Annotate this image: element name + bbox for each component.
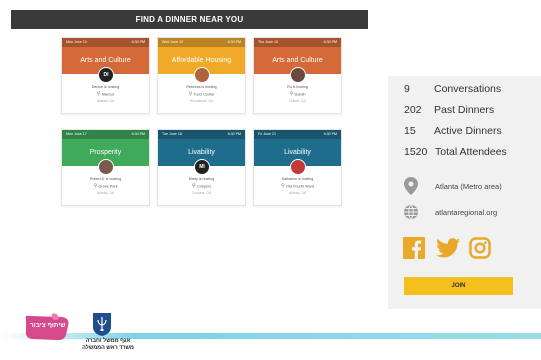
region-label: Atlanta (Metro area): [435, 181, 502, 191]
card-host: Robert A. is hosting: [89, 177, 122, 181]
card-host: Marty is hosting: [188, 177, 215, 181]
card-date: Tue June 18: [162, 132, 182, 136]
avatar: [98, 159, 114, 175]
government-emblem-icon: [92, 312, 112, 336]
card-time: 4:30 PM: [323, 132, 337, 136]
stat-label: Total Attendees: [435, 146, 507, 158]
card-date: Fri June 21: [258, 132, 276, 136]
card-date: Wed June 12: [162, 40, 184, 44]
card-venue: ⚲ Duluth: [254, 92, 341, 97]
card-time: 6:30 PM: [227, 40, 241, 44]
card-date-row: Mon June 10 6:30 PM: [62, 38, 149, 47]
card-venue-label: Tucci Center: [193, 92, 215, 97]
stat-conversations: 9 Conversations: [404, 83, 501, 95]
government-office-label: אגף ממשל וחברה משרד ראש הממשלה: [82, 338, 134, 351]
avatar: MI: [194, 159, 210, 175]
avatar: [290, 159, 306, 175]
card-date-row: Fri June 21 4:30 PM: [254, 130, 341, 139]
partner-logo-text: שיתוף ציבור: [30, 322, 66, 329]
dinner-card[interactable]: Thu June 13 6:30 PM Arts and Culture Ru …: [253, 37, 342, 114]
dinner-card[interactable]: Fri June 21 4:30 PM Livability Katharine…: [253, 129, 342, 206]
card-city: Atlanta, GA: [96, 191, 115, 195]
facebook-icon[interactable]: [403, 237, 425, 259]
map-pin-icon: ⚲: [188, 91, 193, 97]
card-venue: ⚲ Marcus: [62, 92, 149, 97]
stat-past-dinners: 202 Past Dinners: [404, 104, 494, 116]
card-date: Mon June 10: [66, 40, 87, 44]
card-venue: ⚲ Old Fourth Ward: [254, 184, 341, 189]
map-pin-icon: ⚲: [93, 183, 98, 189]
card-city: Conyers, GA: [191, 191, 212, 195]
partner-logo: שיתוף ציבור: [22, 313, 72, 343]
stat-value: 1520: [404, 146, 428, 158]
card-date-row: Tue June 18 6:30 PM: [158, 130, 245, 139]
join-button[interactable]: JOIN: [404, 277, 513, 295]
card-venue: ⚲ Conyers: [158, 184, 245, 189]
card-venue-label: Conyers: [196, 184, 212, 189]
card-host: Rebecca is hosting: [186, 85, 217, 89]
card-date-row: Thu June 13 6:30 PM: [254, 38, 341, 47]
stat-label: Active Dinners: [434, 125, 502, 137]
card-date-row: Wed June 12 6:30 PM: [158, 38, 245, 47]
card-venue-label: Duluth: [294, 92, 306, 97]
stat-value: 9: [404, 83, 410, 95]
card-date: Mon June 17: [66, 132, 87, 136]
location-region: Atlanta (Metro area): [403, 177, 502, 195]
page-title: FIND A DINNER NEAR YOU: [11, 10, 368, 29]
avatar: [290, 67, 306, 83]
card-time: 6:30 PM: [131, 40, 145, 44]
instagram-icon[interactable]: [469, 237, 491, 259]
card-city: Atlanta, GA: [288, 191, 307, 195]
card-venue: ⚲ Tucci Center: [158, 92, 245, 97]
stat-value: 202: [404, 104, 422, 116]
map-pin-icon: ⚲: [192, 183, 196, 189]
card-host: Ru is hosting: [287, 85, 308, 89]
card-city: Duluth, GA: [289, 99, 306, 103]
map-pin-icon: ⚲: [281, 183, 285, 189]
avatar: DI: [98, 67, 114, 83]
card-host: Katharine is hosting: [281, 177, 314, 181]
card-venue-label: Grove Park: [98, 184, 118, 189]
stat-label: Conversations: [434, 83, 502, 95]
dinner-card[interactable]: Mon June 10 6:30 PM Arts and Culture DI …: [61, 37, 150, 114]
social-links: [403, 237, 491, 259]
location-website[interactable]: atlantaregional.org: [403, 204, 497, 220]
dinner-card[interactable]: Wed June 12 6:30 PM Affordable Housing R…: [157, 37, 246, 114]
card-venue-label: Marcus: [101, 92, 115, 97]
twitter-icon[interactable]: [436, 237, 460, 259]
website-link[interactable]: atlantaregional.org: [435, 208, 497, 217]
globe-icon: [403, 204, 419, 220]
card-host: Denise is hosting: [91, 85, 120, 89]
card-venue-label: Old Fourth Ward: [286, 184, 314, 189]
avatar: [194, 67, 210, 83]
map-pin-icon: ⚲: [96, 91, 101, 97]
stat-label: Past Dinners: [434, 104, 495, 116]
map-pin-icon: ⚲: [289, 91, 294, 97]
card-time: 6:30 PM: [323, 40, 337, 44]
stat-total-attendees: 1520 Total Attendees: [404, 146, 507, 158]
card-city: Woodstock, GA: [189, 99, 214, 103]
dinner-card[interactable]: Mon June 17 6:30 PM Prosperity Robert A.…: [61, 129, 150, 206]
map-pin-icon: [403, 177, 419, 195]
card-time: 6:30 PM: [227, 132, 241, 136]
card-venue: ⚲ Grove Park: [62, 184, 149, 189]
card-time: 6:30 PM: [131, 132, 145, 136]
stat-value: 15: [404, 125, 416, 137]
card-city: Atlanta, GA: [96, 99, 115, 103]
card-date-row: Mon June 17 6:30 PM: [62, 130, 149, 139]
card-date: Thu June 13: [258, 40, 278, 44]
stat-active-dinners: 15 Active Dinners: [404, 125, 502, 137]
dinner-card[interactable]: Tue June 18 6:30 PM Livability MI Marty …: [157, 129, 246, 206]
